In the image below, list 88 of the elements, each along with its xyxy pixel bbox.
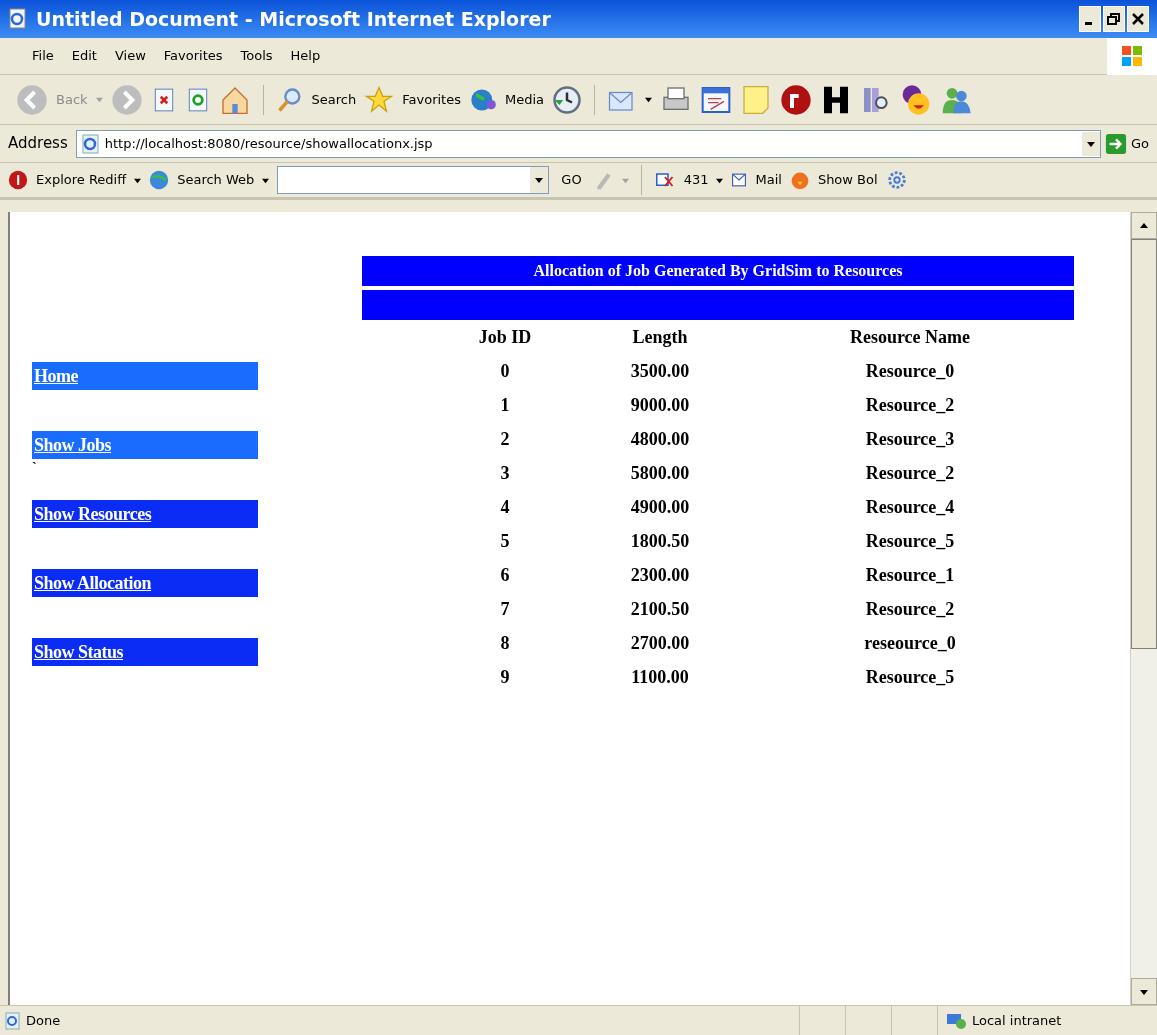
explore-rediff-button[interactable]: Explore Rediff [36,170,127,190]
table-cell-text: 8 [499,631,511,655]
table-cell-text: 2 [499,427,511,451]
table-cell-text: 9 [499,665,511,689]
caret-icon[interactable] [716,176,724,184]
status-text: Done [26,1011,61,1030]
zone-text: Local intranet [972,1011,1062,1030]
table-cell-text: 1800.50 [629,529,691,553]
column-header: Resource Name [848,325,972,349]
windows-logo [1107,37,1157,75]
table-cell-text: 5 [499,529,511,553]
table-cell-text: 3 [499,461,511,485]
nav-link[interactable]: Home [32,362,258,390]
window-title: Untitled Document - Microsoft Internet Explorer [36,6,552,32]
column-header: Length [631,325,689,349]
table-cell-text: 1100.00 [630,665,690,689]
table-cell-text: Resource_3 [864,427,956,451]
nav-link[interactable]: Show Jobs [32,431,258,459]
envelope-icon[interactable] [731,173,748,187]
table-cell-text: 2700.00 [629,631,691,655]
nav-link[interactable]: Show Allocation [32,569,258,597]
close-button[interactable] [1127,6,1149,32]
table-cell-text: Resource_0 [864,359,956,383]
stray-mark: ` [32,461,37,475]
minimize-button[interactable] [1079,6,1101,32]
caret-icon[interactable] [1140,987,1148,996]
favorites-button[interactable]: Favorites [402,89,461,110]
table-cell-text: 4900.00 [629,495,691,519]
popup-blocked-icon[interactable] [653,171,676,189]
caret-icon[interactable] [1086,139,1095,148]
page-icon [4,1011,22,1030]
caret-icon[interactable] [134,176,142,184]
nav-link[interactable]: Show Resources [32,500,258,528]
table-cell-text: 1 [499,393,511,417]
table-title: Allocation of Job Generated By GridSim to Resources [362,256,1074,286]
page-icon [80,133,101,154]
address-label: Address [7,133,69,155]
table-cell-text: Resource_5 [864,665,956,689]
media-button[interactable]: Media [504,89,544,110]
mail-button[interactable]: Mail [755,170,782,190]
smiley-icon[interactable] [900,83,932,116]
caret-icon[interactable] [262,176,270,184]
table-cell-text: Resource_1 [864,563,956,587]
menu-item[interactable]: Tools [240,46,273,66]
table-cell-text: Resource_5 [864,529,956,553]
menu-item[interactable]: File [32,46,54,66]
globe-icon[interactable] [149,170,170,190]
table-cell-text: 6 [499,563,511,587]
show-bol-button[interactable]: Show Bol [817,170,878,190]
network-icon [946,1011,968,1030]
table-cell-text: reseource_0 [863,631,957,655]
column-header: Job ID [477,325,533,349]
search-button[interactable]: Search [311,89,357,110]
restore-icon[interactable] [1107,12,1121,26]
table-cell-text: 5800.00 [629,461,691,485]
table-cell-text: 4 [499,495,511,519]
search-web-button[interactable]: Search Web [177,170,255,190]
popup-count-button[interactable]: 431 [683,170,709,190]
star-icon[interactable] [364,84,395,115]
restore-button[interactable] [1103,6,1125,32]
browser-icon [8,8,28,30]
table-cell-text: Resource_4 [864,495,956,519]
r-logo-icon[interactable] [8,170,28,190]
go-button[interactable]: Go [1130,133,1153,154]
caret-icon[interactable] [645,96,652,103]
table-cell-text: 9000.00 [629,393,691,417]
table-cell-text: 4800.00 [629,427,691,451]
menu-item[interactable]: Favorites [163,46,223,66]
table-cell-text: Resource_2 [864,597,956,621]
r-logo-icon[interactable] [780,83,812,116]
close-icon[interactable] [1131,12,1145,26]
table-cell-text: Resource_2 [864,393,956,417]
settings-icon[interactable] [885,169,908,191]
menu-item[interactable]: View [114,46,146,66]
table-cell-text: 7 [499,597,511,621]
table-cell-text: 2300.00 [629,563,691,587]
caret-icon[interactable] [1140,221,1148,230]
table-cell-text: 0 [499,359,511,383]
go-button[interactable]: GO [557,170,586,190]
menu-item[interactable]: Edit [71,46,97,66]
menu-item[interactable]: Help [290,46,321,66]
scrollbar[interactable] [1130,212,1157,1005]
history-icon[interactable] [552,84,582,115]
table-cell-text: 3500.00 [629,359,691,383]
nav-link[interactable]: Show Status [32,638,258,666]
table-cell-text: 2100.50 [629,597,691,621]
scrollbar-thumb[interactable] [1131,239,1157,649]
table-cell-text: Resource_2 [864,461,956,485]
